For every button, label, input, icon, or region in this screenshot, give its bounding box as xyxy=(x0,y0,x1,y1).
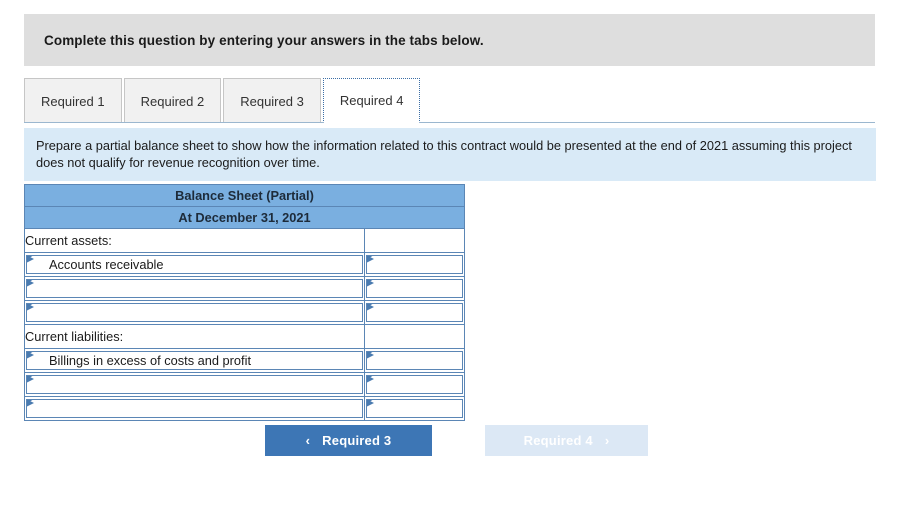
tab-navigation: ‹ Required 3 Required 4 › xyxy=(265,425,648,456)
table-row: Accounts receivable xyxy=(24,252,465,277)
row-label-cell: Accounts receivable xyxy=(24,252,365,277)
prev-required-button[interactable]: ‹ Required 3 xyxy=(265,425,432,456)
dropdown-triangle-icon[interactable] xyxy=(367,256,374,265)
dropdown-triangle-icon[interactable] xyxy=(367,352,374,361)
next-required-button: Required 4 › xyxy=(485,425,648,456)
account-name-input[interactable] xyxy=(26,399,363,418)
table-row xyxy=(24,396,465,421)
banner-text: Complete this question by entering your … xyxy=(44,32,484,48)
table-row: Current assets: xyxy=(24,228,465,253)
balance-sheet-subtitle: At December 31, 2021 xyxy=(24,206,465,229)
dropdown-triangle-icon[interactable] xyxy=(27,304,34,313)
question-instruction-panel: Prepare a partial balance sheet to show … xyxy=(24,128,876,181)
account-name-input[interactable]: Billings in excess of costs and profit xyxy=(26,351,363,370)
tab-label: Required 3 xyxy=(240,93,304,109)
exercise-page: Complete this question by entering your … xyxy=(0,0,913,511)
dropdown-triangle-icon[interactable] xyxy=(367,400,374,409)
amount-input[interactable] xyxy=(366,279,463,298)
tab-required-4[interactable]: Required 4 xyxy=(322,78,421,123)
balance-sheet-body: Current assets: Accounts receivable Curren… xyxy=(24,228,465,421)
dropdown-triangle-icon[interactable] xyxy=(27,352,34,361)
table-row xyxy=(24,276,465,301)
balance-sheet-subtitle-row: At December 31, 2021 xyxy=(24,206,465,229)
amount-input[interactable] xyxy=(366,351,463,370)
tab-strip: Required 1 Required 2 Required 3 Required 4 xyxy=(24,77,875,124)
row-amount-cell xyxy=(364,396,465,421)
row-label-cell xyxy=(24,372,365,397)
balance-sheet-title-row: Balance Sheet (Partial) xyxy=(24,184,465,207)
row-label-cell xyxy=(24,396,365,421)
chevron-left-icon: ‹ xyxy=(305,433,311,448)
dropdown-triangle-icon[interactable] xyxy=(367,304,374,313)
dropdown-triangle-icon[interactable] xyxy=(367,280,374,289)
row-amount-static xyxy=(364,228,465,253)
row-section-label: Current assets: xyxy=(24,228,365,253)
amount-input[interactable] xyxy=(366,399,463,418)
row-amount-cell xyxy=(364,276,465,301)
dropdown-triangle-icon[interactable] xyxy=(27,400,34,409)
table-row: Billings in excess of costs and profit xyxy=(24,348,465,373)
tab-underline xyxy=(24,122,875,123)
tab-label: Required 1 xyxy=(41,93,105,109)
tab-list: Required 1 Required 2 Required 3 Required 4 xyxy=(24,77,422,123)
row-amount-cell xyxy=(364,348,465,373)
next-required-label: Required 4 xyxy=(523,433,593,448)
dropdown-triangle-icon[interactable] xyxy=(27,280,34,289)
row-amount-cell xyxy=(364,372,465,397)
balance-sheet-table: Balance Sheet (Partial) At December 31, … xyxy=(24,184,465,421)
amount-input[interactable] xyxy=(366,375,463,394)
row-label-cell xyxy=(24,276,365,301)
tab-required-2[interactable]: Required 2 xyxy=(123,78,222,123)
account-name-value: Billings in excess of costs and profit xyxy=(49,353,252,368)
dropdown-triangle-icon[interactable] xyxy=(27,376,34,385)
dropdown-triangle-icon[interactable] xyxy=(27,256,34,265)
tab-label: Required 4 xyxy=(339,93,404,108)
table-row xyxy=(24,300,465,325)
tab-required-3[interactable]: Required 3 xyxy=(223,78,321,123)
table-row xyxy=(24,372,465,397)
row-label-cell xyxy=(24,300,365,325)
chevron-right-icon: › xyxy=(604,433,610,448)
dropdown-triangle-icon[interactable] xyxy=(367,376,374,385)
tab-label: Required 2 xyxy=(140,93,205,109)
tab-required-1[interactable]: Required 1 xyxy=(24,78,122,123)
instruction-banner: Complete this question by entering your … xyxy=(24,14,875,66)
account-name-input[interactable] xyxy=(26,279,363,298)
amount-input[interactable] xyxy=(366,255,463,274)
account-name-input[interactable]: Accounts receivable xyxy=(26,255,363,274)
amount-input[interactable] xyxy=(366,303,463,322)
balance-sheet-title: Balance Sheet (Partial) xyxy=(24,184,465,207)
row-amount-cell xyxy=(364,300,465,325)
table-row: Current liabilities: xyxy=(24,324,465,349)
prev-required-label: Required 3 xyxy=(322,433,392,448)
account-name-input[interactable] xyxy=(26,375,363,394)
row-amount-static xyxy=(364,324,465,349)
account-name-input[interactable] xyxy=(26,303,363,322)
account-name-value: Accounts receivable xyxy=(49,257,164,272)
row-amount-cell xyxy=(364,252,465,277)
row-label-cell: Billings in excess of costs and profit xyxy=(24,348,365,373)
row-section-label: Current liabilities: xyxy=(24,324,365,349)
question-instruction-text: Prepare a partial balance sheet to show … xyxy=(36,138,852,170)
